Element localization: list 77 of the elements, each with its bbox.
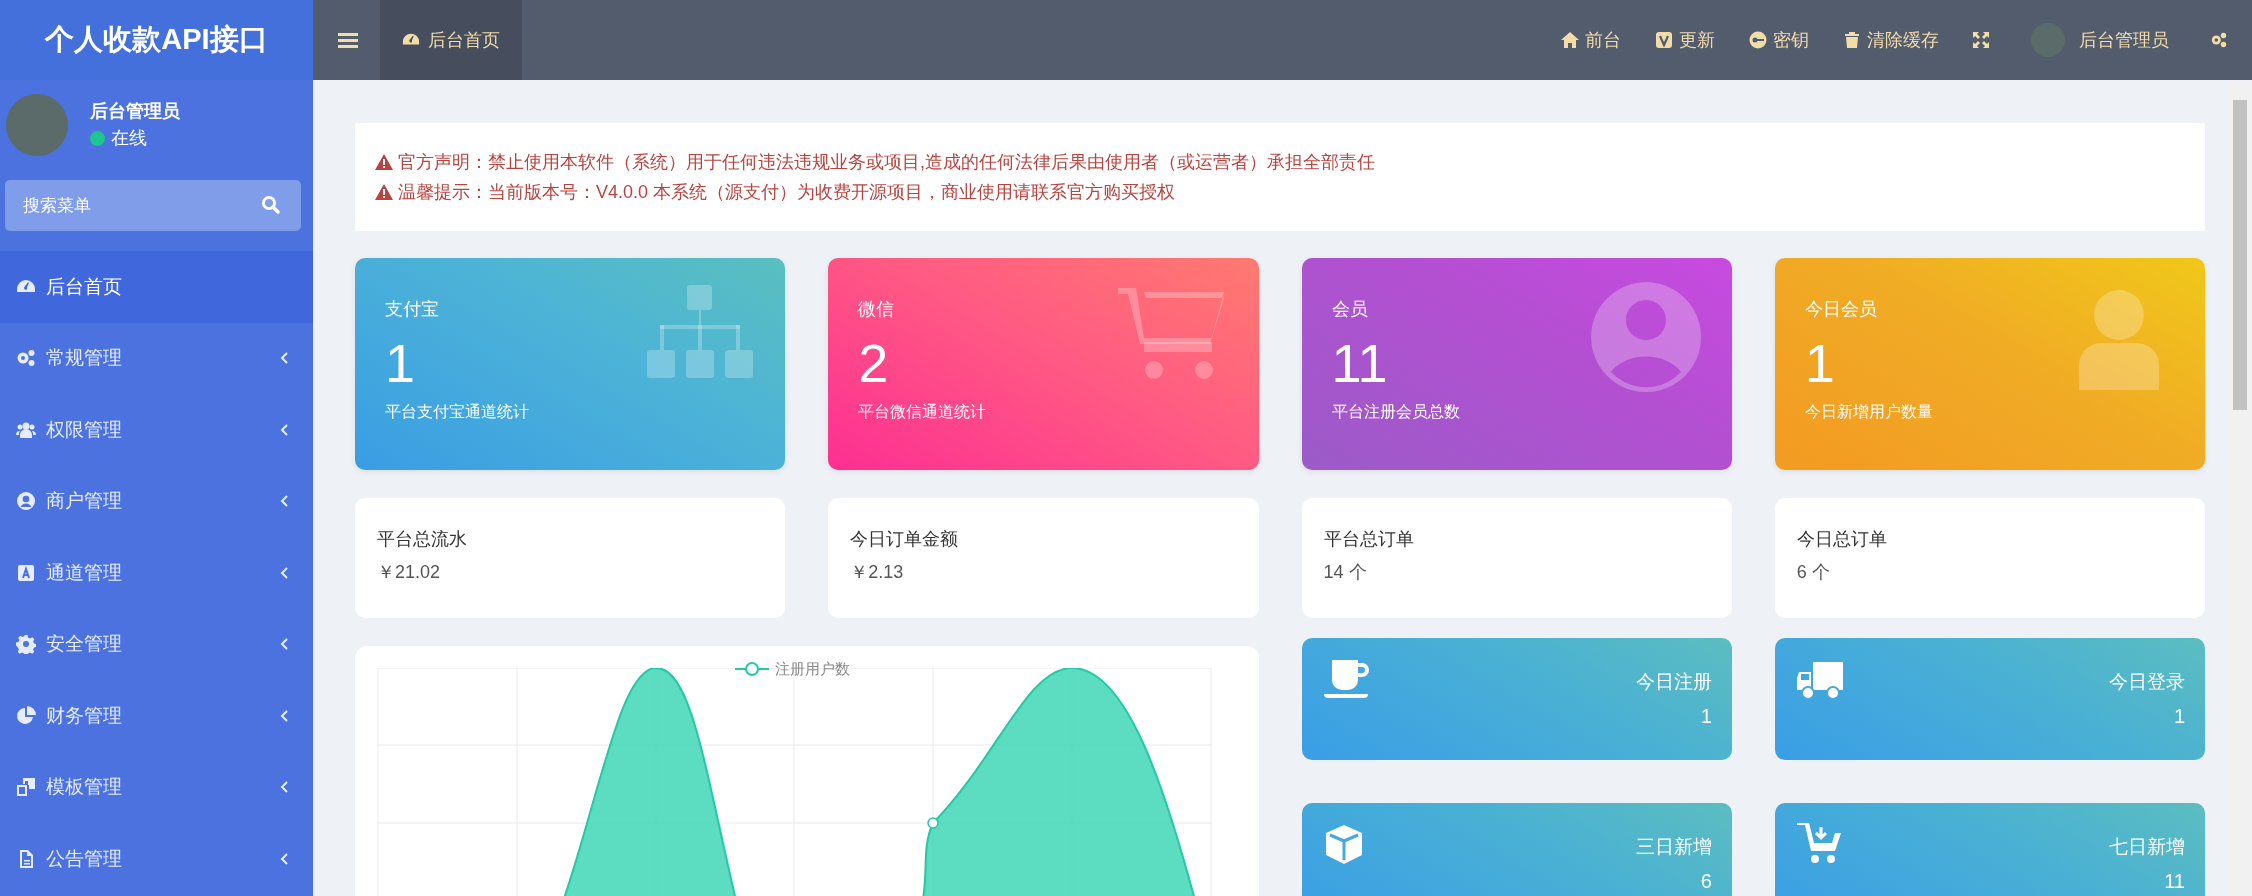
card-value: 14 个 — [1323, 561, 1368, 584]
card-value: 2 — [858, 332, 889, 395]
card-value: 1 — [1804, 332, 1835, 395]
card-label: 平台总流水 — [377, 528, 468, 551]
sidebar-item[interactable]: 模板管理 — [0, 751, 313, 823]
fullscreen-icon[interactable] — [1972, 31, 1990, 49]
chevron-icon — [279, 780, 289, 795]
tile-value: 6 — [1699, 868, 1712, 894]
warning-icon — [375, 183, 393, 201]
nav-link[interactable]: 前台 — [1544, 26, 1638, 54]
card-caption: 平台支付宝通道统计 — [385, 401, 530, 422]
card-title: 微信 — [858, 298, 896, 321]
search-field[interactable]: 搜索菜单 — [5, 180, 301, 231]
nav-link[interactable]: 更新 — [1638, 26, 1732, 54]
tile-label: 三日新增 — [1635, 835, 1712, 859]
sidebar-item[interactable]: 权限管理 — [0, 394, 313, 466]
pie-chart-icon — [16, 705, 36, 726]
chevron-icon — [279, 708, 289, 723]
scrollbar[interactable] — [2228, 80, 2252, 896]
card-value: ￥2.13 — [850, 561, 905, 584]
tile-value: 1 — [1699, 703, 1712, 729]
nav-link[interactable]: 密钥 — [1732, 26, 1826, 54]
chevron-icon — [279, 851, 289, 866]
nav-tab[interactable]: 后台首页 — [380, 0, 522, 80]
data-point — [927, 817, 939, 829]
home-icon — [1561, 31, 1579, 49]
card-label: 平台总订单 — [1323, 528, 1415, 551]
tile-label: 今日注册 — [1635, 670, 1712, 694]
nav-link[interactable]: 清除缓存 — [1826, 26, 1956, 54]
tile-value: 11 — [2163, 868, 2185, 894]
user-circle-icon — [16, 491, 36, 512]
legend-line-icon — [735, 660, 769, 679]
chevron-icon — [279, 351, 289, 366]
trash-icon — [1843, 31, 1861, 49]
card-title: 会员 — [1331, 298, 1369, 321]
chart-legend-label: 注册用户数 — [775, 659, 850, 679]
sidebar-item[interactable]: 安全管理 — [0, 608, 313, 680]
tile-label: 今日登录 — [2109, 670, 2185, 694]
letter-icon — [16, 562, 36, 583]
notice-text: 官方声明：禁止使用本软件（系统）用于任何违法违规业务或项目,造成的任何法律后果由使用者（或运营者）承担全部责任 — [398, 151, 1375, 174]
card-label: 今日总订单 — [1796, 528, 1888, 551]
card-value: ￥21.02 — [377, 561, 442, 584]
user-menu[interactable]: 后台管理员 — [2014, 23, 2186, 57]
card-caption: 今日新增用户数量 — [1804, 401, 1934, 422]
gears-icon — [16, 348, 36, 369]
card-value: 11 — [1331, 332, 1388, 395]
card-value: 1 — [385, 332, 416, 395]
letter-v-icon — [1655, 31, 1673, 49]
sidebar-item[interactable]: 公告管理 — [0, 823, 313, 895]
card-caption: 平台微信通道统计 — [858, 401, 988, 422]
cog-icon — [16, 634, 36, 655]
sidebar-item[interactable]: 常规管理 — [0, 322, 313, 394]
menu-icon[interactable] — [338, 32, 358, 48]
user-status: 在线 — [111, 127, 147, 150]
card-title: 今日会员 — [1804, 298, 1878, 321]
settings-icon[interactable] — [2210, 31, 2228, 49]
sidebar-item[interactable]: 商户管理 — [0, 465, 313, 537]
brand-title: 个人收款API接口 — [0, 0, 313, 80]
chevron-icon — [279, 565, 289, 580]
warning-icon — [375, 153, 393, 171]
sidebar-item[interactable]: 通道管理 — [0, 537, 313, 609]
key-circle-icon — [1749, 31, 1767, 49]
chevron-icon — [279, 422, 289, 437]
sidebar-item[interactable]: 财务管理 — [0, 680, 313, 752]
tile-label: 七日新增 — [2109, 835, 2185, 859]
search-icon[interactable] — [261, 195, 281, 215]
tile-value: 1 — [2172, 703, 2185, 729]
chevron-icon — [279, 637, 289, 652]
card-caption: 平台注册会员总数 — [1331, 401, 1461, 422]
windows-icon — [16, 777, 36, 798]
card-title: 支付宝 — [385, 298, 440, 321]
user-name: 后台管理员 — [90, 100, 180, 123]
card-label: 今日订单金额 — [850, 528, 960, 551]
notice-text: 温馨提示：当前版本号：V4.0.0 本系统（源支付）为收费开源项目，商业使用请联系官方购买授权 — [398, 181, 1176, 204]
chevron-icon — [279, 494, 289, 509]
sidebar-item[interactable]: 后台首页 — [0, 251, 313, 323]
card-value: 6 个 — [1796, 561, 1831, 584]
